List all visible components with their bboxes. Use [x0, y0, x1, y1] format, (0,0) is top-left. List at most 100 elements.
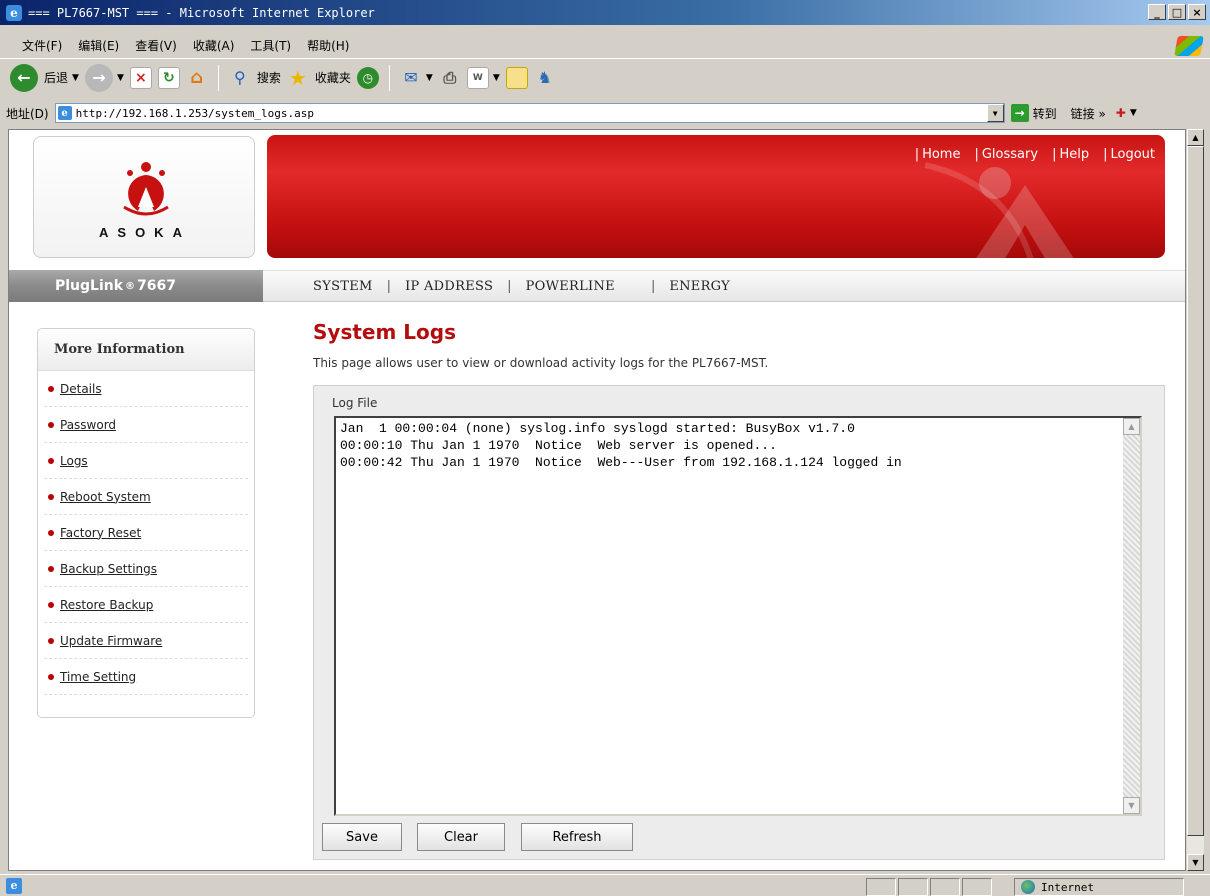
status-cell — [962, 878, 992, 896]
maximize-button[interactable]: □ — [1168, 4, 1186, 20]
menu-view[interactable]: 查看(V) — [135, 37, 177, 54]
go-arrow-icon[interactable]: → — [1010, 104, 1029, 122]
sidebar-item-factory-reset[interactable]: Factory Reset — [44, 515, 248, 551]
log-line: 00:00:42 Thu Jan 1 1970 Notice Web---Use… — [340, 455, 902, 470]
sidebar-title: More Information — [38, 329, 254, 371]
nav-separator: | — [650, 278, 656, 294]
edit-icon[interactable]: W — [466, 66, 489, 89]
browser-toolbar: ← 后退 ▼ → ▼ × ↻ ⌂ ⚲ 搜索 ★ 收藏夹 ◷ ✉ ▼ ⎙ W ▼ … — [0, 58, 1210, 96]
nav-logout-link[interactable]: Logout — [1110, 147, 1155, 162]
scroll-up-icon[interactable]: ▲ — [1187, 129, 1204, 146]
messenger-icon[interactable]: ♞ — [534, 67, 556, 89]
addon-icon[interactable]: ✚ — [1116, 106, 1126, 120]
menu-file[interactable]: 文件(F) — [22, 37, 62, 54]
back-button-label[interactable]: 后退 — [44, 69, 68, 86]
status-cell — [898, 878, 928, 896]
menu-favorites[interactable]: 收藏(A) — [193, 37, 235, 54]
menu-tools[interactable]: 工具(T) — [250, 37, 291, 54]
brand-model: 7667 — [137, 278, 177, 294]
nav-separator: | — [1103, 147, 1108, 162]
go-button-label[interactable]: 转到 — [1033, 105, 1057, 122]
nav-separator: | — [914, 147, 920, 162]
page-scrollbar[interactable]: ▲ ▼ — [1187, 129, 1204, 871]
log-file-label: Log File — [332, 396, 378, 410]
log-line: 00:00:10 Thu Jan 1 1970 Notice Web serve… — [340, 438, 777, 453]
favorites-star-icon[interactable]: ★ — [287, 66, 309, 90]
nav-separator: | — [386, 278, 392, 294]
log-textarea[interactable]: Jan 1 00:00:04 (none) syslog.info syslog… — [334, 416, 1142, 816]
scroll-down-icon[interactable]: ▼ — [1187, 854, 1204, 871]
log-content: Jan 1 00:00:04 (none) syslog.info syslog… — [340, 420, 902, 471]
history-icon[interactable]: ◷ — [356, 66, 379, 89]
asoka-logo: ASOKA — [33, 136, 255, 258]
tab-energy[interactable]: ENERGY — [669, 279, 730, 294]
logo-text: ASOKA — [99, 225, 191, 240]
status-bar: e Internet — [0, 874, 1210, 896]
log-scrollbar[interactable]: ▲ ▼ — [1123, 418, 1140, 814]
clear-button[interactable]: Clear — [417, 823, 505, 851]
page-description: This page allows user to view or downloa… — [313, 356, 769, 370]
menu-bar: 文件(F) 编辑(E) 查看(V) 收藏(A) 工具(T) 帮助(H) — [0, 34, 1210, 56]
close-button[interactable]: × — [1188, 4, 1206, 20]
refresh-icon[interactable]: ↻ — [157, 66, 180, 89]
back-arrow-icon[interactable]: ← — [10, 63, 38, 92]
zone-label: Internet — [1041, 880, 1094, 894]
sidebar-item-restore-backup[interactable]: Restore Backup — [44, 587, 248, 623]
forward-dropdown-icon[interactable]: ▼ — [117, 73, 124, 83]
toolbar-separator — [388, 64, 390, 91]
sidebar-item-update-firmware[interactable]: Update Firmware — [44, 623, 248, 659]
save-button[interactable]: Save — [322, 823, 402, 851]
browser-viewport: ASOKA | Home | Glossary | Help | Logout … — [8, 129, 1186, 871]
mail-dropdown-icon[interactable]: ▼ — [426, 73, 433, 83]
tab-ip-address[interactable]: IP ADDRESS — [405, 279, 493, 294]
tab-system[interactable]: SYSTEM — [313, 279, 373, 294]
status-cell — [930, 878, 960, 896]
sidebar-item-reboot-system[interactable]: Reboot System — [44, 479, 248, 515]
search-icon[interactable]: ⚲ — [229, 67, 251, 89]
window-controls: _ □ × — [1148, 4, 1206, 20]
nav-separator: | — [974, 147, 979, 162]
discuss-icon[interactable] — [505, 66, 528, 89]
back-dropdown-icon[interactable]: ▼ — [72, 73, 79, 83]
scroll-down-icon[interactable]: ▼ — [1123, 797, 1140, 814]
search-button-label[interactable]: 搜索 — [257, 69, 281, 86]
address-input[interactable]: e http://192.168.1.253/system_logs.asp ▼ — [54, 103, 1005, 123]
menu-edit[interactable]: 编辑(E) — [78, 37, 119, 54]
print-icon[interactable]: ⎙ — [439, 67, 461, 89]
address-url[interactable]: http://192.168.1.253/system_logs.asp — [76, 107, 314, 120]
sidebar-item-details[interactable]: Details — [44, 371, 248, 407]
nav-glossary-link[interactable]: Glossary — [982, 147, 1038, 162]
stop-icon[interactable]: × — [129, 66, 152, 89]
scroll-up-icon[interactable]: ▲ — [1123, 418, 1140, 435]
address-dropdown-icon[interactable]: ▼ — [986, 104, 1004, 122]
window-title: === PL7667-MST === - Microsoft Internet … — [28, 5, 375, 20]
page-title: System Logs — [313, 320, 456, 344]
nav-home-link[interactable]: Home — [922, 147, 960, 162]
minimize-button[interactable]: _ — [1148, 4, 1166, 20]
favorites-button-label[interactable]: 收藏夹 — [315, 69, 351, 86]
page-icon: e — [57, 106, 72, 120]
sidebar-item-backup-settings[interactable]: Backup Settings — [44, 551, 248, 587]
menu-help[interactable]: 帮助(H) — [307, 37, 349, 54]
sidebar: More Information Details Password Logs R… — [37, 328, 255, 718]
window-title-bar: e === PL7667-MST === - Microsoft Interne… — [0, 0, 1210, 25]
mail-icon[interactable]: ✉ — [400, 67, 422, 89]
tab-powerline[interactable]: POWERLINE — [526, 279, 615, 294]
sidebar-item-logs[interactable]: Logs — [44, 443, 248, 479]
forward-arrow-icon[interactable]: → — [84, 63, 113, 92]
sidebar-item-time-setting[interactable]: Time Setting — [44, 659, 248, 695]
addon-dropdown-icon[interactable]: ▼ — [1130, 108, 1137, 118]
refresh-button[interactable]: Refresh — [521, 823, 633, 851]
scrollbar-thumb[interactable] — [1187, 146, 1204, 836]
security-zone: Internet — [1014, 878, 1184, 896]
sidebar-item-password[interactable]: Password — [44, 407, 248, 443]
links-button[interactable]: 链接 » — [1071, 105, 1106, 122]
asoka-logo-icon — [123, 162, 169, 216]
ie-icon: e — [6, 4, 22, 21]
nav-help-link[interactable]: Help — [1059, 147, 1089, 162]
brand-registered-mark: ® — [125, 280, 136, 292]
edit-dropdown-icon[interactable]: ▼ — [493, 73, 500, 83]
windows-logo-icon — [1174, 36, 1204, 56]
log-line: Jan 1 00:00:04 (none) syslog.info syslog… — [340, 421, 855, 436]
home-icon[interactable]: ⌂ — [186, 67, 208, 89]
